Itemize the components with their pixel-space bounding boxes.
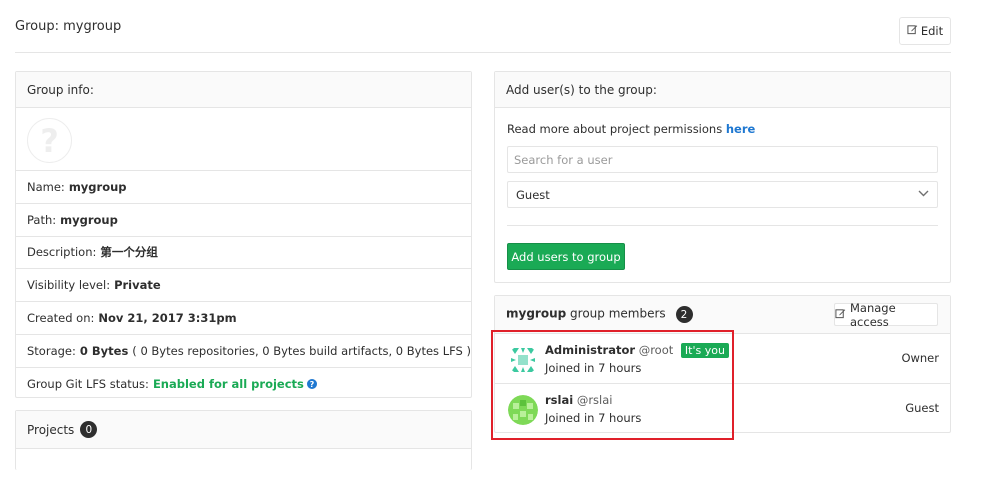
group-info-heading: Group info: bbox=[16, 72, 471, 108]
storage-label: Storage: bbox=[27, 343, 76, 358]
permissions-link[interactable]: here bbox=[726, 122, 755, 136]
user-search-input[interactable] bbox=[507, 146, 938, 173]
member-handle: @rslai bbox=[576, 393, 613, 407]
lfs-status: Enabled for all projects bbox=[152, 377, 304, 392]
member-role: Owner bbox=[901, 351, 939, 365]
projects-heading: Projects 0 bbox=[16, 411, 471, 449]
storage-value: 0 Bytes bbox=[79, 343, 129, 358]
member-name[interactable]: rslai bbox=[545, 393, 573, 407]
members-title-suffix: group members bbox=[570, 306, 666, 321]
created-label: Created on: bbox=[27, 311, 95, 326]
question-circle-icon[interactable]: ? bbox=[306, 379, 317, 390]
edit-button[interactable]: Edit bbox=[899, 17, 951, 45]
member-row-administrator: Administrator @root It's you Joined in 7… bbox=[495, 334, 950, 384]
members-group-name: mygroup bbox=[506, 306, 567, 321]
info-row-created: Created on: Nov 21, 2017 3:31pm bbox=[16, 302, 471, 335]
permissions-sentence: Read more about project permissions bbox=[507, 122, 723, 136]
info-row-visibility: Visibility level: Private bbox=[16, 269, 471, 303]
description-value: 第一个分组 bbox=[100, 245, 158, 260]
member-joined: Joined in 7 hours bbox=[545, 361, 642, 375]
info-row-path: Path: mygroup bbox=[16, 204, 471, 237]
member-name[interactable]: Administrator bbox=[545, 343, 635, 357]
page-header: Group: mygroup Edit bbox=[15, 0, 951, 53]
group-info-panel: Group info: ? Name: mygroup Path: mygrou… bbox=[15, 71, 472, 398]
created-value: Nov 21, 2017 3:31pm bbox=[98, 311, 237, 326]
member-row-rslai: rslai @rslai Joined in 7 hours Guest bbox=[495, 384, 950, 434]
avatar[interactable] bbox=[508, 345, 538, 375]
members-count-badge: 2 bbox=[675, 306, 693, 323]
member-name-line: rslai @rslai bbox=[545, 393, 613, 407]
pencil-square-icon bbox=[835, 308, 846, 322]
member-handle: @root bbox=[638, 343, 674, 357]
avatar-glyph: ? bbox=[40, 121, 59, 160]
edit-label: Edit bbox=[920, 24, 944, 38]
members-panel: mygroup group members 2 Manage access Ad… bbox=[494, 295, 951, 433]
form-divider bbox=[507, 225, 938, 226]
info-row-description: Description: 第一个分组 bbox=[16, 237, 471, 270]
pencil-square-icon bbox=[907, 24, 918, 38]
members-heading: mygroup group members 2 Manage access bbox=[495, 296, 950, 334]
page-title: Group: mygroup bbox=[15, 19, 122, 34]
permissions-text: Read more about project permissions here bbox=[507, 122, 755, 136]
member-role: Guest bbox=[905, 401, 939, 415]
projects-count-badge: 0 bbox=[80, 421, 98, 438]
lfs-label: Group Git LFS status: bbox=[27, 377, 149, 392]
name-label: Name: bbox=[27, 179, 65, 194]
chevron-down-icon bbox=[918, 189, 929, 200]
info-row-storage: Storage: 0 Bytes ( 0 Bytes repositories,… bbox=[16, 335, 471, 368]
info-row-name: Name: mygroup bbox=[16, 171, 471, 204]
projects-panel: Projects 0 bbox=[15, 410, 472, 470]
question-mark-icon: ? bbox=[27, 118, 72, 163]
add-users-panel: Add user(s) to the group: Read more abou… bbox=[494, 71, 951, 283]
visibility-label: Visibility level: bbox=[27, 278, 111, 293]
avatar[interactable] bbox=[508, 395, 538, 425]
storage-detail: ( 0 Bytes repositories, 0 Bytes build ar… bbox=[132, 343, 471, 358]
group-avatar-row: ? bbox=[16, 108, 471, 171]
manage-access-label: Manage access bbox=[850, 300, 896, 329]
description-label: Description: bbox=[27, 245, 97, 260]
add-users-heading: Add user(s) to the group: bbox=[495, 72, 950, 108]
path-label: Path: bbox=[27, 212, 57, 227]
member-name-line: Administrator @root It's you bbox=[545, 343, 729, 358]
manage-access-button[interactable]: Manage access bbox=[834, 300, 938, 329]
visibility-value: Private bbox=[114, 278, 161, 293]
projects-label: Projects bbox=[27, 422, 75, 437]
members-title: mygroup group members 2 bbox=[506, 306, 693, 323]
add-users-button[interactable]: Add users to group bbox=[507, 243, 625, 270]
access-level-select[interactable]: Guest bbox=[507, 181, 938, 208]
access-level-value: Guest bbox=[516, 187, 550, 202]
name-value: mygroup bbox=[68, 179, 127, 194]
help-glyph: ? bbox=[309, 379, 315, 389]
info-row-lfs: Group Git LFS status: Enabled for all pr… bbox=[16, 368, 471, 401]
its-you-badge: It's you bbox=[680, 343, 729, 358]
member-joined: Joined in 7 hours bbox=[545, 411, 642, 425]
path-value: mygroup bbox=[60, 212, 118, 227]
